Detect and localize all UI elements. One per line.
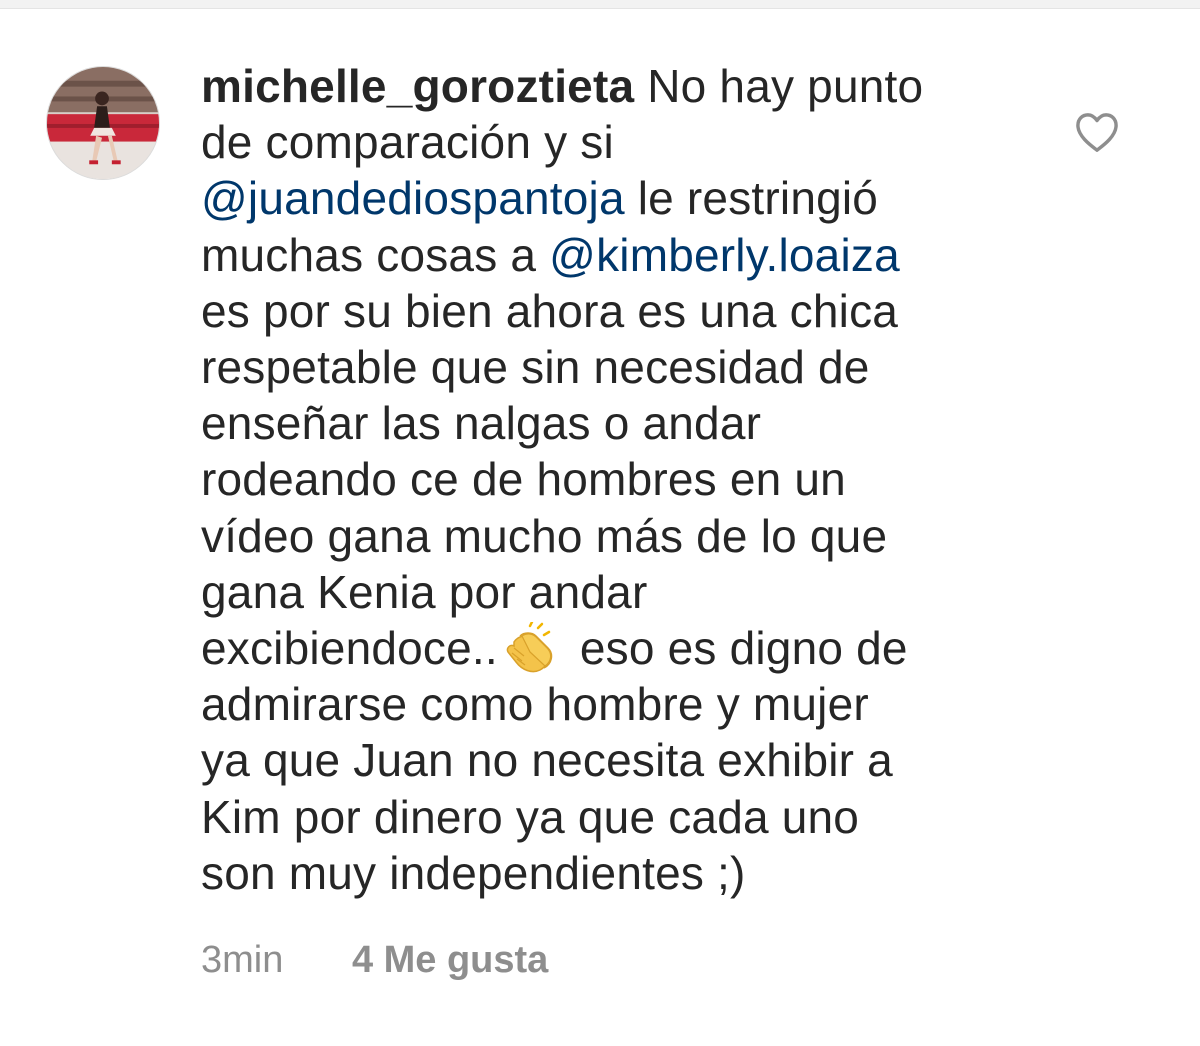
comment-line: Kim por dinero ya que cada uno — [201, 790, 860, 843]
comment-line: de comparación y si — [201, 116, 614, 169]
comment-text-segment: muchas cosas a — [201, 228, 550, 281]
comment-line: admirarse como hombre y mujer — [201, 678, 869, 731]
comment-username[interactable]: michelle_goroztieta — [201, 60, 634, 112]
comment-line: vídeo gana mucho más de lo que — [201, 509, 888, 562]
comment-line: gana Kenia por andar — [201, 565, 648, 618]
comment-line: respetable que sin necesidad de — [201, 341, 870, 394]
comment-line: enseñar las nalgas o andar — [201, 397, 762, 450]
mention-juandediospantoja[interactable]: @juandediospantoja — [201, 172, 625, 224]
comment-meta: 3min 4 Me gusta — [201, 936, 548, 984]
mention-kimberly-loaiza[interactable]: @kimberly.loaiza — [549, 229, 900, 281]
comment-text-segment: excibiendoce.. — [201, 622, 498, 675]
comment-line: michelle_goroztieta No hay punto — [201, 58, 1001, 114]
like-heart-icon[interactable] — [1074, 112, 1120, 154]
comment-line: @juandediospantoja le restringió — [201, 170, 1001, 226]
comment-line: rodeando ce de hombres en un — [201, 453, 846, 506]
comment-line: ya que Juan no necesita exhibir a — [201, 734, 893, 787]
comment-timestamp[interactable]: 3min — [201, 939, 283, 981]
comment-text: michelle_goroztieta No hay punto de comp… — [201, 58, 1001, 901]
avatar[interactable] — [46, 66, 160, 180]
comment: michelle_goroztieta No hay punto de comp… — [0, 0, 1200, 1046]
comment-text-segment: No hay punto — [647, 60, 924, 112]
comment-line: son muy independientes ;) — [201, 846, 746, 899]
comment-text-segment: eso es digno de — [579, 622, 908, 675]
comment-line: muchas cosas a @kimberly.loaiza — [201, 227, 1001, 283]
comment-line: excibiendoce.. eso es digno de — [201, 620, 1001, 676]
clapping-hands-icon — [500, 622, 558, 674]
avatar-image — [47, 67, 159, 179]
comment-line: es por su bien ahora es una chica — [201, 284, 899, 337]
likes-count-button[interactable]: 4 Me gusta — [352, 939, 548, 981]
comment-text-segment: le restringió — [624, 172, 879, 225]
